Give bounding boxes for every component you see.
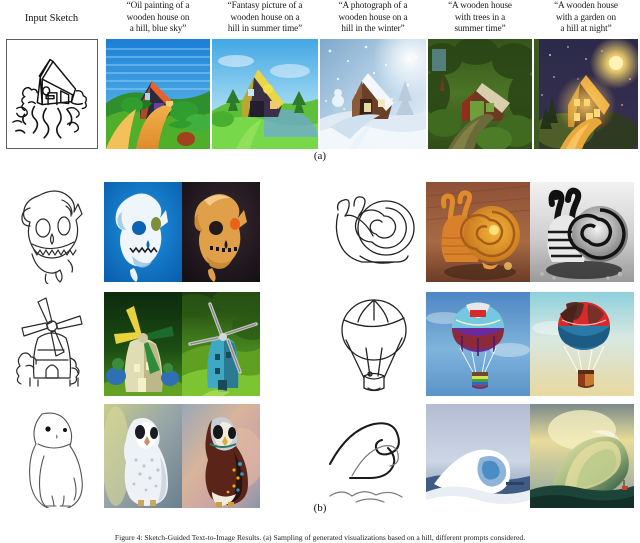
house-on-a-hill-sketch xyxy=(6,39,98,149)
input-sketch-column-label: Input Sketch xyxy=(24,12,79,24)
result-winter-photograph xyxy=(320,39,426,149)
prompt-line: with trees in a xyxy=(454,11,506,22)
animal-skull-sketch xyxy=(8,180,98,284)
prompt-line: wooden house on xyxy=(126,11,190,22)
wave-painting xyxy=(530,404,634,508)
result-fantasy-summer xyxy=(212,39,318,149)
prompt-line: a hill at night” xyxy=(560,23,612,34)
windmill-sketch xyxy=(8,292,98,396)
snail-orange-photo xyxy=(426,182,530,282)
windmill-dark-green xyxy=(104,292,182,396)
hot-air-balloon-sketch xyxy=(326,292,422,396)
result-trees-summer xyxy=(428,39,532,149)
prompt-caption-3: “A photograph of a wooden house on a hil… xyxy=(320,0,426,36)
panel-a: Input Sketch “Oil painting of a wooden h… xyxy=(0,0,640,170)
prompt-line: “Oil painting of a xyxy=(126,0,190,10)
snail-sketch xyxy=(326,180,422,284)
skull-blue-background xyxy=(104,182,182,282)
prompt-caption-1: “Oil painting of a wooden house on a hil… xyxy=(106,0,210,36)
prompt-line: summer time” xyxy=(454,23,506,34)
prompt-caption-4: “A wooden house with trees in a summer t… xyxy=(428,0,532,36)
prompt-line: “A wooden house xyxy=(554,0,618,10)
subfigure-label-b: (b) xyxy=(313,502,327,514)
wave-photograph xyxy=(426,404,530,508)
subfigure-label-a: (a) xyxy=(313,150,327,162)
prompt-caption-2: “Fantasy picture of a wooden house on a … xyxy=(212,0,318,36)
prompt-line: “A photograph of a xyxy=(338,0,408,10)
prompt-line: hill in the winter” xyxy=(341,23,405,34)
prompt-line: with a garden on xyxy=(556,11,616,22)
prompt-line: wooden house on a xyxy=(338,11,408,22)
panel-b: (b) xyxy=(0,172,640,514)
figure-caption: Figure 4: Sketch-Guided Text-to-Image Re… xyxy=(114,533,526,542)
prompt-line: “Fantasy picture of a xyxy=(227,0,303,10)
result-garden-at-night xyxy=(534,39,638,149)
owl-sketch xyxy=(8,404,98,508)
owl-brown-barn xyxy=(182,404,260,508)
windmill-hillside xyxy=(182,292,260,396)
result-oil-painting-blue-sky xyxy=(106,39,210,149)
balloon-multicolor xyxy=(426,292,530,396)
skull-dark-background xyxy=(182,182,260,282)
balloon-red-blue xyxy=(530,292,634,396)
owl-white-barn xyxy=(104,404,182,508)
prompt-line: hill in summer time” xyxy=(227,23,303,34)
prompt-line: wooden house on a xyxy=(230,11,300,22)
figure-root: Input Sketch “Oil painting of a wooden h… xyxy=(0,0,640,543)
snail-monochrome-photo xyxy=(530,182,634,282)
wave-sketch xyxy=(326,404,422,508)
prompt-line: a hill, blue sky” xyxy=(129,23,187,34)
prompt-line: “A wooden house xyxy=(448,0,512,10)
prompt-caption-5: “A wooden house with a garden on a hill … xyxy=(534,0,638,36)
